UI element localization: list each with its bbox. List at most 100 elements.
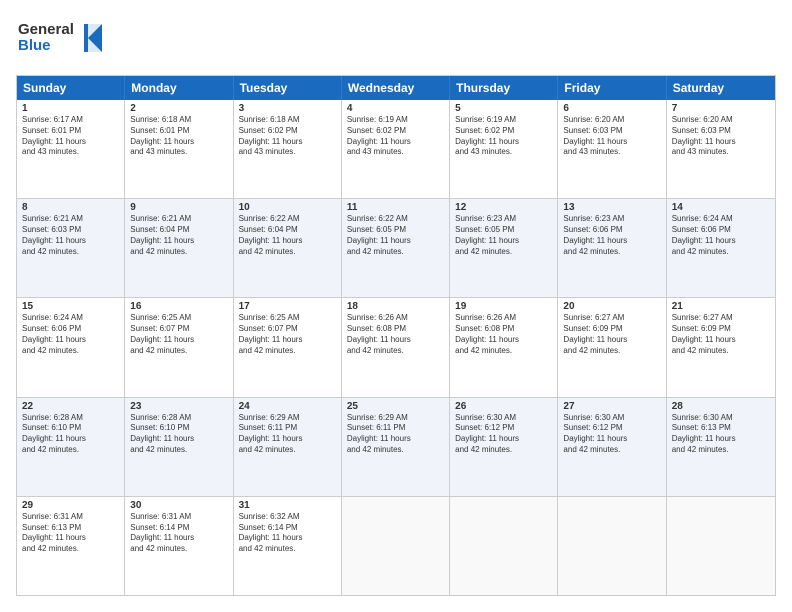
- day-cell-30: 30Sunrise: 6:31 AMSunset: 6:14 PMDayligh…: [125, 497, 233, 595]
- day-number: 17: [239, 301, 336, 312]
- day-cell-9: 9Sunrise: 6:21 AMSunset: 6:04 PMDaylight…: [125, 199, 233, 297]
- empty-cell-r4c6: [667, 497, 775, 595]
- day-cell-31: 31Sunrise: 6:32 AMSunset: 6:14 PMDayligh…: [234, 497, 342, 595]
- day-cell-5: 5Sunrise: 6:19 AMSunset: 6:02 PMDaylight…: [450, 100, 558, 198]
- day-number: 22: [22, 401, 119, 412]
- day-info: Sunrise: 6:32 AMSunset: 6:14 PMDaylight:…: [239, 512, 336, 555]
- day-number: 13: [563, 202, 660, 213]
- day-info: Sunrise: 6:30 AMSunset: 6:12 PMDaylight:…: [455, 413, 552, 456]
- day-cell-2: 2Sunrise: 6:18 AMSunset: 6:01 PMDaylight…: [125, 100, 233, 198]
- day-cell-18: 18Sunrise: 6:26 AMSunset: 6:08 PMDayligh…: [342, 298, 450, 396]
- day-info: Sunrise: 6:31 AMSunset: 6:13 PMDaylight:…: [22, 512, 119, 555]
- logo-svg: General Blue: [16, 16, 106, 60]
- day-cell-24: 24Sunrise: 6:29 AMSunset: 6:11 PMDayligh…: [234, 398, 342, 496]
- weekday-header-sunday: Sunday: [17, 76, 125, 100]
- day-number: 5: [455, 103, 552, 114]
- day-cell-28: 28Sunrise: 6:30 AMSunset: 6:13 PMDayligh…: [667, 398, 775, 496]
- day-cell-23: 23Sunrise: 6:28 AMSunset: 6:10 PMDayligh…: [125, 398, 233, 496]
- day-info: Sunrise: 6:18 AMSunset: 6:02 PMDaylight:…: [239, 115, 336, 158]
- weekday-header-wednesday: Wednesday: [342, 76, 450, 100]
- day-number: 16: [130, 301, 227, 312]
- day-number: 25: [347, 401, 444, 412]
- day-info: Sunrise: 6:31 AMSunset: 6:14 PMDaylight:…: [130, 512, 227, 555]
- day-info: Sunrise: 6:28 AMSunset: 6:10 PMDaylight:…: [22, 413, 119, 456]
- day-info: Sunrise: 6:19 AMSunset: 6:02 PMDaylight:…: [347, 115, 444, 158]
- day-number: 18: [347, 301, 444, 312]
- day-cell-6: 6Sunrise: 6:20 AMSunset: 6:03 PMDaylight…: [558, 100, 666, 198]
- day-number: 23: [130, 401, 227, 412]
- day-number: 10: [239, 202, 336, 213]
- day-cell-10: 10Sunrise: 6:22 AMSunset: 6:04 PMDayligh…: [234, 199, 342, 297]
- weekday-header-thursday: Thursday: [450, 76, 558, 100]
- empty-cell-r4c5: [558, 497, 666, 595]
- day-cell-27: 27Sunrise: 6:30 AMSunset: 6:12 PMDayligh…: [558, 398, 666, 496]
- day-number: 30: [130, 500, 227, 511]
- day-cell-17: 17Sunrise: 6:25 AMSunset: 6:07 PMDayligh…: [234, 298, 342, 396]
- day-number: 19: [455, 301, 552, 312]
- day-number: 1: [22, 103, 119, 114]
- day-cell-25: 25Sunrise: 6:29 AMSunset: 6:11 PMDayligh…: [342, 398, 450, 496]
- day-number: 8: [22, 202, 119, 213]
- header: General Blue: [16, 16, 776, 65]
- weekday-header-friday: Friday: [558, 76, 666, 100]
- day-number: 26: [455, 401, 552, 412]
- empty-cell-r4c4: [450, 497, 558, 595]
- day-number: 27: [563, 401, 660, 412]
- logo-content: General Blue: [16, 16, 106, 65]
- calendar-row-1: 1Sunrise: 6:17 AMSunset: 6:01 PMDaylight…: [17, 100, 775, 199]
- day-cell-11: 11Sunrise: 6:22 AMSunset: 6:05 PMDayligh…: [342, 199, 450, 297]
- day-info: Sunrise: 6:20 AMSunset: 6:03 PMDaylight:…: [563, 115, 660, 158]
- day-info: Sunrise: 6:30 AMSunset: 6:12 PMDaylight:…: [563, 413, 660, 456]
- day-info: Sunrise: 6:29 AMSunset: 6:11 PMDaylight:…: [347, 413, 444, 456]
- day-info: Sunrise: 6:30 AMSunset: 6:13 PMDaylight:…: [672, 413, 770, 456]
- calendar-row-5: 29Sunrise: 6:31 AMSunset: 6:13 PMDayligh…: [17, 497, 775, 595]
- day-info: Sunrise: 6:25 AMSunset: 6:07 PMDaylight:…: [239, 313, 336, 356]
- day-cell-26: 26Sunrise: 6:30 AMSunset: 6:12 PMDayligh…: [450, 398, 558, 496]
- calendar-row-2: 8Sunrise: 6:21 AMSunset: 6:03 PMDaylight…: [17, 199, 775, 298]
- day-number: 24: [239, 401, 336, 412]
- day-cell-8: 8Sunrise: 6:21 AMSunset: 6:03 PMDaylight…: [17, 199, 125, 297]
- day-number: 29: [22, 500, 119, 511]
- day-number: 15: [22, 301, 119, 312]
- day-number: 6: [563, 103, 660, 114]
- page: General Blue SundayMondayTuesdayWednesda…: [0, 0, 792, 612]
- day-info: Sunrise: 6:21 AMSunset: 6:03 PMDaylight:…: [22, 214, 119, 257]
- day-number: 31: [239, 500, 336, 511]
- day-cell-21: 21Sunrise: 6:27 AMSunset: 6:09 PMDayligh…: [667, 298, 775, 396]
- day-cell-29: 29Sunrise: 6:31 AMSunset: 6:13 PMDayligh…: [17, 497, 125, 595]
- svg-text:General: General: [18, 21, 74, 38]
- day-cell-12: 12Sunrise: 6:23 AMSunset: 6:05 PMDayligh…: [450, 199, 558, 297]
- calendar-header: SundayMondayTuesdayWednesdayThursdayFrid…: [17, 76, 775, 100]
- day-info: Sunrise: 6:28 AMSunset: 6:10 PMDaylight:…: [130, 413, 227, 456]
- day-number: 28: [672, 401, 770, 412]
- day-info: Sunrise: 6:19 AMSunset: 6:02 PMDaylight:…: [455, 115, 552, 158]
- day-info: Sunrise: 6:24 AMSunset: 6:06 PMDaylight:…: [22, 313, 119, 356]
- day-cell-19: 19Sunrise: 6:26 AMSunset: 6:08 PMDayligh…: [450, 298, 558, 396]
- day-cell-14: 14Sunrise: 6:24 AMSunset: 6:06 PMDayligh…: [667, 199, 775, 297]
- day-number: 21: [672, 301, 770, 312]
- day-info: Sunrise: 6:26 AMSunset: 6:08 PMDaylight:…: [455, 313, 552, 356]
- calendar-body: 1Sunrise: 6:17 AMSunset: 6:01 PMDaylight…: [17, 100, 775, 595]
- day-cell-20: 20Sunrise: 6:27 AMSunset: 6:09 PMDayligh…: [558, 298, 666, 396]
- day-cell-7: 7Sunrise: 6:20 AMSunset: 6:03 PMDaylight…: [667, 100, 775, 198]
- day-info: Sunrise: 6:29 AMSunset: 6:11 PMDaylight:…: [239, 413, 336, 456]
- day-number: 4: [347, 103, 444, 114]
- day-info: Sunrise: 6:22 AMSunset: 6:05 PMDaylight:…: [347, 214, 444, 257]
- day-number: 14: [672, 202, 770, 213]
- day-number: 20: [563, 301, 660, 312]
- day-info: Sunrise: 6:26 AMSunset: 6:08 PMDaylight:…: [347, 313, 444, 356]
- weekday-header-saturday: Saturday: [667, 76, 775, 100]
- day-info: Sunrise: 6:23 AMSunset: 6:05 PMDaylight:…: [455, 214, 552, 257]
- calendar-row-3: 15Sunrise: 6:24 AMSunset: 6:06 PMDayligh…: [17, 298, 775, 397]
- day-info: Sunrise: 6:18 AMSunset: 6:01 PMDaylight:…: [130, 115, 227, 158]
- day-number: 9: [130, 202, 227, 213]
- day-info: Sunrise: 6:27 AMSunset: 6:09 PMDaylight:…: [563, 313, 660, 356]
- day-info: Sunrise: 6:22 AMSunset: 6:04 PMDaylight:…: [239, 214, 336, 257]
- day-cell-3: 3Sunrise: 6:18 AMSunset: 6:02 PMDaylight…: [234, 100, 342, 198]
- day-number: 7: [672, 103, 770, 114]
- day-cell-1: 1Sunrise: 6:17 AMSunset: 6:01 PMDaylight…: [17, 100, 125, 198]
- calendar-row-4: 22Sunrise: 6:28 AMSunset: 6:10 PMDayligh…: [17, 398, 775, 497]
- day-info: Sunrise: 6:27 AMSunset: 6:09 PMDaylight:…: [672, 313, 770, 356]
- logo: General Blue: [16, 16, 106, 65]
- day-info: Sunrise: 6:23 AMSunset: 6:06 PMDaylight:…: [563, 214, 660, 257]
